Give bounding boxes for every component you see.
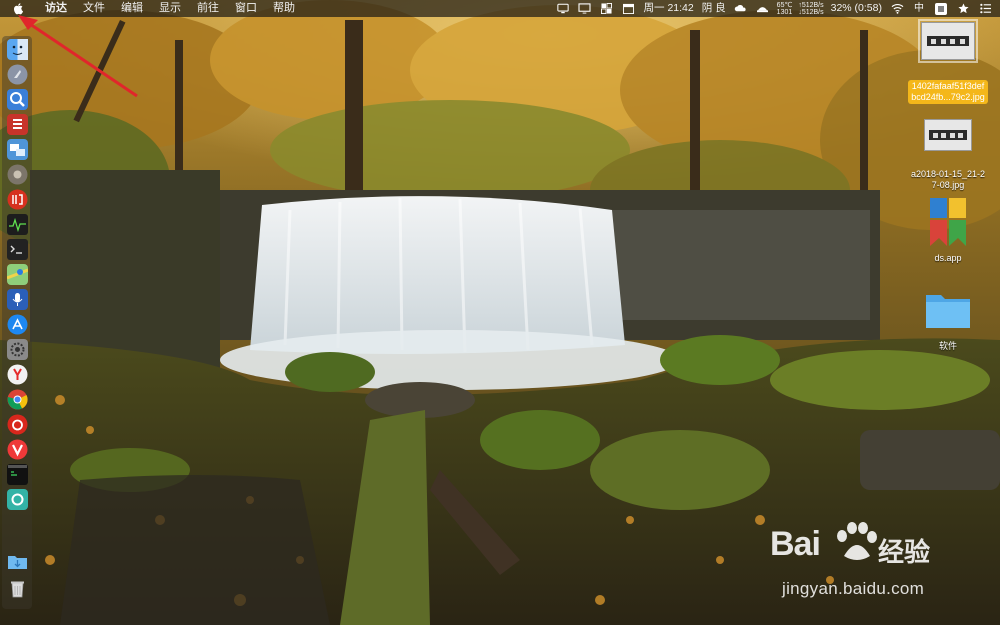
sublime-icon[interactable]	[7, 114, 28, 135]
paw-icon	[837, 522, 877, 560]
menu-app-name[interactable]: 访达	[37, 0, 75, 17]
launchpad-icon[interactable]	[7, 64, 28, 85]
window-grid-icon[interactable]	[600, 3, 614, 15]
display-icon[interactable]	[578, 3, 592, 15]
cloud-icon[interactable]	[7, 489, 28, 510]
hat-icon[interactable]	[756, 3, 770, 15]
gear-app-icon[interactable]	[7, 164, 28, 185]
yandex-icon[interactable]	[7, 364, 28, 385]
clock[interactable]: 周一 21:42	[640, 0, 698, 17]
desktop-file-label: 1402fafaaf51f3def bcd24fb...79c2.jpg	[908, 80, 988, 104]
star-icon[interactable]	[956, 3, 970, 15]
notification-list-icon[interactable]	[978, 3, 992, 15]
desktop-file-1402fafa[interactable]: 1402fafaaf51f3def bcd24fb...79c2.jpg	[898, 19, 998, 104]
image-thumbnail	[924, 119, 972, 151]
desktop-app-ds[interactable]: ds.app	[898, 196, 998, 265]
thumbnail-strip	[927, 36, 969, 46]
watermark-brand: Bai	[770, 525, 821, 563]
activity-monitor-icon[interactable]	[7, 214, 28, 235]
finder-icon[interactable]	[7, 39, 28, 60]
fan-speed: 1301	[776, 8, 793, 16]
download-speed: ↓512B/s	[798, 8, 824, 16]
iterm-icon[interactable]	[7, 464, 28, 485]
menu-view[interactable]: 显示	[151, 0, 189, 17]
dock	[2, 36, 32, 609]
menu-window[interactable]: 窗口	[227, 0, 265, 17]
netease-music-icon[interactable]	[7, 414, 28, 435]
menu-bar: 访达 文件 编辑 显示 前往 窗口 帮助 周一 21:42 阴 良 65℃ 13…	[0, 0, 1000, 17]
trash-icon[interactable]	[7, 578, 28, 599]
terminal-icon[interactable]	[7, 239, 28, 260]
sublime-status-icon[interactable]	[934, 2, 948, 15]
menu-go[interactable]: 前往	[189, 0, 227, 17]
migration-icon[interactable]	[7, 139, 28, 160]
vivaldi-icon[interactable]	[7, 439, 28, 460]
ds-app-icon	[930, 198, 966, 246]
apple-menu-icon[interactable]	[13, 0, 27, 17]
downloads-folder-icon[interactable]	[7, 551, 28, 572]
temperature-readout[interactable]: 65℃ 1301	[774, 2, 796, 16]
menu-edit[interactable]: 编辑	[113, 0, 151, 17]
desktop-file-label: a2018-01-15_21-2 7-08.jpg	[908, 168, 988, 192]
upload-speed: ↑512B/s	[798, 1, 824, 9]
desktop-file-label: 软件	[938, 341, 957, 351]
maps-icon[interactable]	[7, 264, 28, 285]
thumbnail-strip	[929, 130, 967, 140]
status-area: 周一 21:42 阴 良 65℃ 1301 ↑512B/s ↓512B/s 32…	[552, 0, 1000, 17]
input-method-label: 中	[914, 3, 924, 14]
label-line-1: a2018-01-15_21-2	[910, 169, 986, 179]
preview-icon[interactable]	[7, 89, 28, 110]
label-line-2: bcd24fb...79c2.jpg	[911, 92, 985, 102]
battery-text[interactable]: 32% (0:58)	[827, 0, 886, 17]
pinduoduo-icon[interactable]	[7, 189, 28, 210]
wifi-icon[interactable]	[890, 3, 904, 15]
weather-text[interactable]: 阴 良	[698, 0, 730, 17]
chrome-icon[interactable]	[7, 389, 28, 410]
desktop-file-label: ds.app	[934, 253, 962, 263]
calendar-icon[interactable]	[622, 3, 636, 15]
label-line-2: 7-08.jpg	[931, 180, 965, 190]
label-line-1: 1402fafaaf51f3def	[911, 81, 985, 91]
menu-help[interactable]: 帮助	[265, 0, 303, 17]
image-thumbnail	[918, 19, 978, 63]
siri-icon[interactable]	[7, 289, 28, 310]
cpu-temp: 65℃	[776, 1, 793, 9]
network-speed[interactable]: ↑512B/s ↓512B/s	[795, 2, 826, 16]
input-method-icon[interactable]: 中	[912, 3, 926, 15]
system-preferences-icon[interactable]	[7, 339, 28, 360]
folder-icon	[926, 295, 970, 328]
mac-icon[interactable]	[556, 3, 570, 15]
desktop-file-a2018[interactable]: a2018-01-15_21-2 7-08.jpg	[898, 119, 998, 192]
baidu-watermark: Bai 经验 jingyan.baidu.com	[770, 520, 990, 610]
watermark-brand-suffix: 经验	[878, 537, 931, 567]
app-store-icon[interactable]	[7, 314, 28, 335]
watermark-url: jingyan.baidu.com	[782, 579, 925, 598]
menu-file[interactable]: 文件	[75, 0, 113, 17]
desktop-folder-software[interactable]: 软件	[898, 290, 998, 353]
weather-icon[interactable]	[734, 3, 748, 15]
